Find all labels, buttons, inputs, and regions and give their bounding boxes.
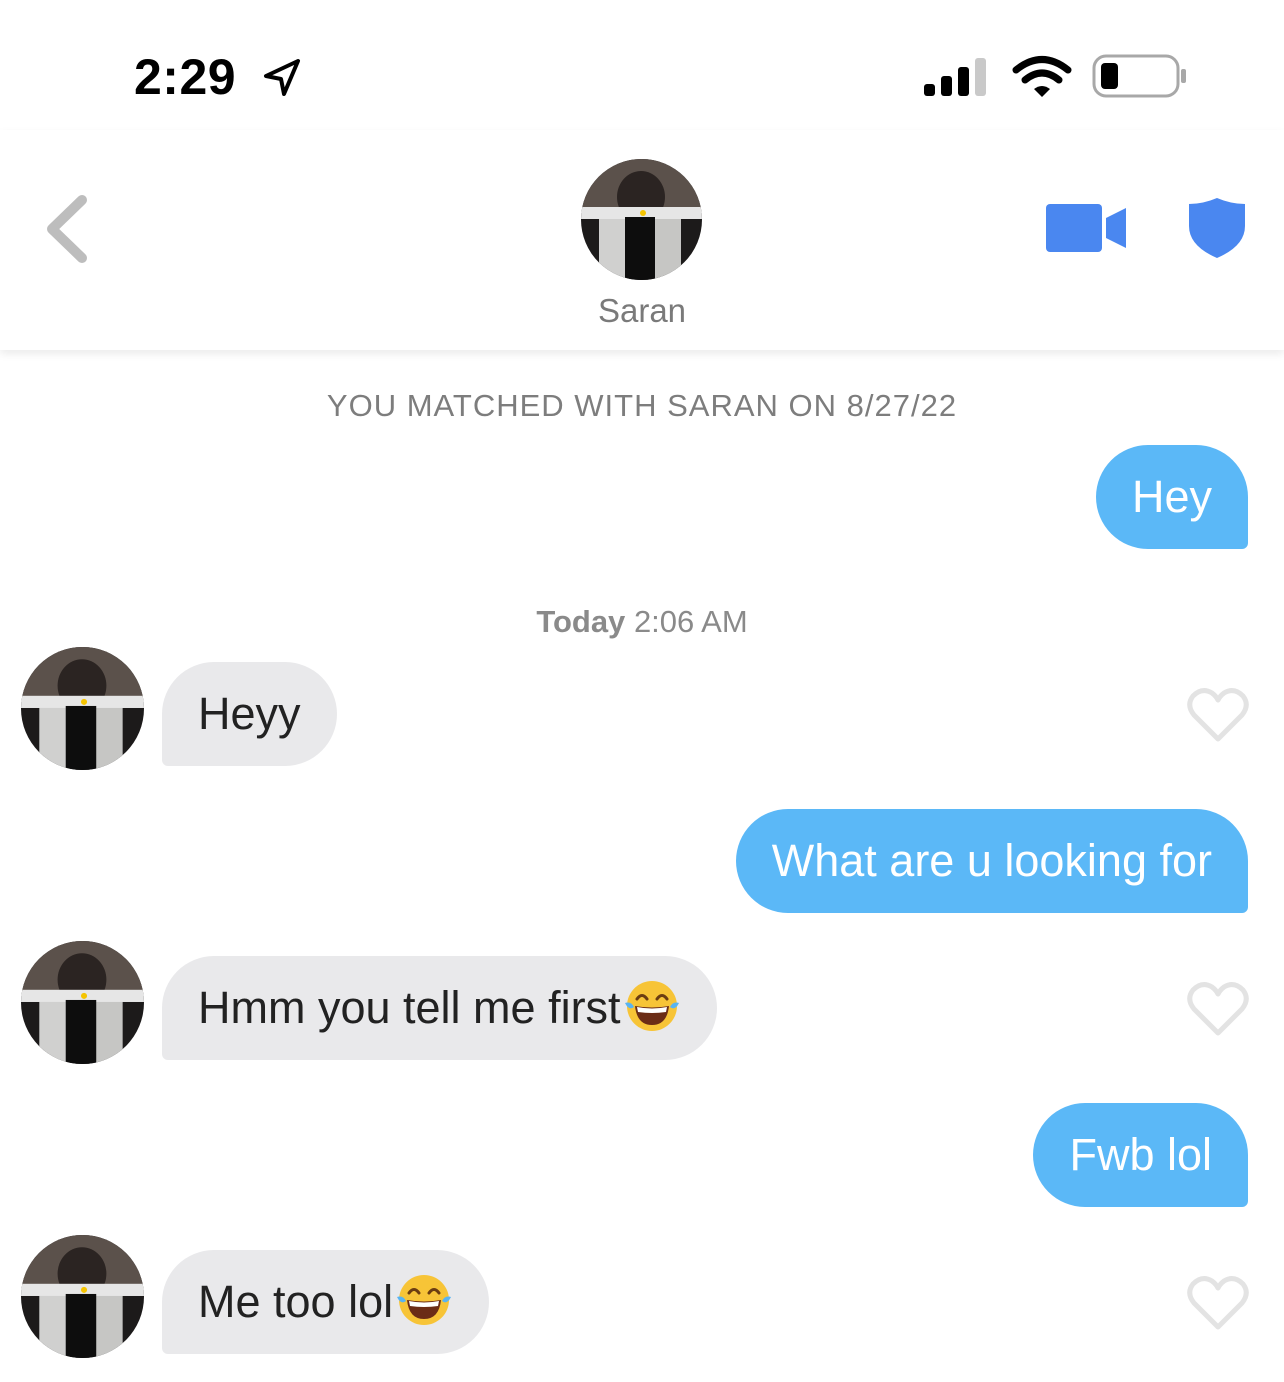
incoming-message-bubble[interactable]: Hmm you tell me first	[162, 956, 717, 1060]
match-notice: YOU MATCHED WITH SARAN ON 8/27/22	[326, 388, 958, 423]
heart-like-icon[interactable]	[1186, 1275, 1250, 1331]
outgoing-message-bubble[interactable]: Fwb lol	[1033, 1103, 1248, 1207]
cellular-signal-icon	[924, 58, 986, 96]
status-time: 2:29	[134, 49, 237, 105]
heart-like-icon[interactable]	[1186, 981, 1250, 1037]
back-chevron-icon[interactable]	[40, 192, 96, 266]
message-text: Hmm you tell me first	[198, 982, 621, 1033]
timestamp-divider: Today 2:06 AM	[0, 604, 1284, 640]
battery-icon	[1092, 54, 1186, 98]
timestamp-time: 2:06 AM	[633, 604, 748, 639]
timestamp-day: Today	[536, 604, 626, 639]
video-camera-icon[interactable]	[1046, 204, 1128, 252]
contact-avatar[interactable]	[21, 647, 144, 770]
laughing-tears-emoji-icon	[624, 981, 679, 1031]
wifi-icon	[1012, 56, 1072, 97]
location-arrow-icon	[264, 59, 300, 96]
contact-name: Saran	[597, 292, 687, 329]
laughing-tears-emoji-icon	[397, 1275, 452, 1325]
contact-avatar[interactable]	[21, 941, 144, 1064]
contact-avatar[interactable]	[581, 159, 702, 280]
incoming-message-bubble[interactable]: Heyy	[162, 662, 337, 766]
incoming-message-bubble[interactable]: Me too lol	[162, 1250, 490, 1354]
outgoing-message-bubble[interactable]: Hey	[1095, 445, 1248, 549]
contact-avatar[interactable]	[21, 1235, 144, 1358]
message-text: Me too lol	[198, 1276, 394, 1327]
shield-icon[interactable]	[1187, 196, 1247, 260]
heart-like-icon[interactable]	[1186, 687, 1250, 743]
outgoing-message-bubble[interactable]: What are u looking for	[735, 809, 1248, 913]
